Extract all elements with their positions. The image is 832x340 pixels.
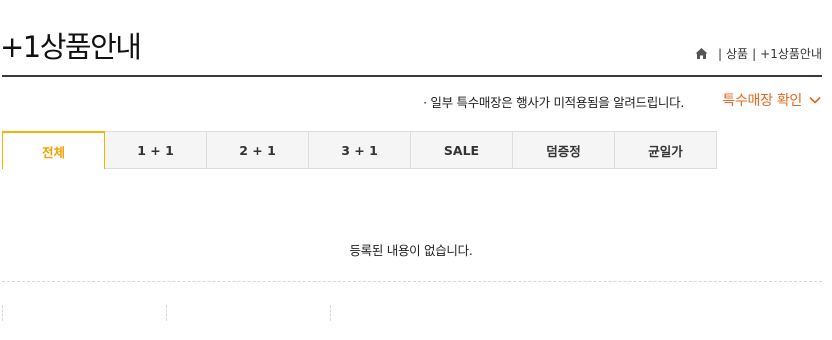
breadcrumb: | 상품 | +1상품안내 <box>695 45 822 62</box>
special-store-check-button[interactable]: 특수매장 확인 <box>722 90 822 110</box>
column-divider <box>166 305 167 321</box>
empty-message: 등록된 내용이 없습니다. <box>349 243 473 258</box>
tab-bonus-gift[interactable]: 덤증정 <box>513 131 615 169</box>
special-store-check-label: 특수매장 확인 <box>722 93 802 109</box>
breadcrumb-item-products[interactable]: 상품 <box>726 45 748 62</box>
tab-all[interactable]: 전체 <box>2 131 105 169</box>
breadcrumb-item-current: +1상품안내 <box>760 47 822 61</box>
column-divider <box>2 305 3 321</box>
page-title: +1상품안내 <box>0 30 142 64</box>
column-divider <box>330 305 331 321</box>
breadcrumb-separator: | <box>717 46 722 61</box>
tab-sale[interactable]: SALE <box>411 131 513 169</box>
tab-1plus1[interactable]: 1 + 1 <box>105 131 207 169</box>
breadcrumb-separator: | <box>752 46 757 61</box>
title-divider <box>2 75 822 77</box>
tab-2plus1[interactable]: 2 + 1 <box>207 131 309 169</box>
special-store-notice: · 일부 특수매장은 행사가 미적용됨을 알려드립니다. <box>423 95 684 110</box>
tab-3plus1[interactable]: 3 + 1 <box>309 131 411 169</box>
chevron-down-icon <box>808 93 822 107</box>
list-divider <box>2 281 822 282</box>
tab-fixed-price[interactable]: 균일가 <box>615 131 717 169</box>
home-icon[interactable] <box>695 47 708 60</box>
promotion-tabs: 전체 1 + 1 2 + 1 3 + 1 SALE 덤증정 균일가 <box>2 131 717 169</box>
